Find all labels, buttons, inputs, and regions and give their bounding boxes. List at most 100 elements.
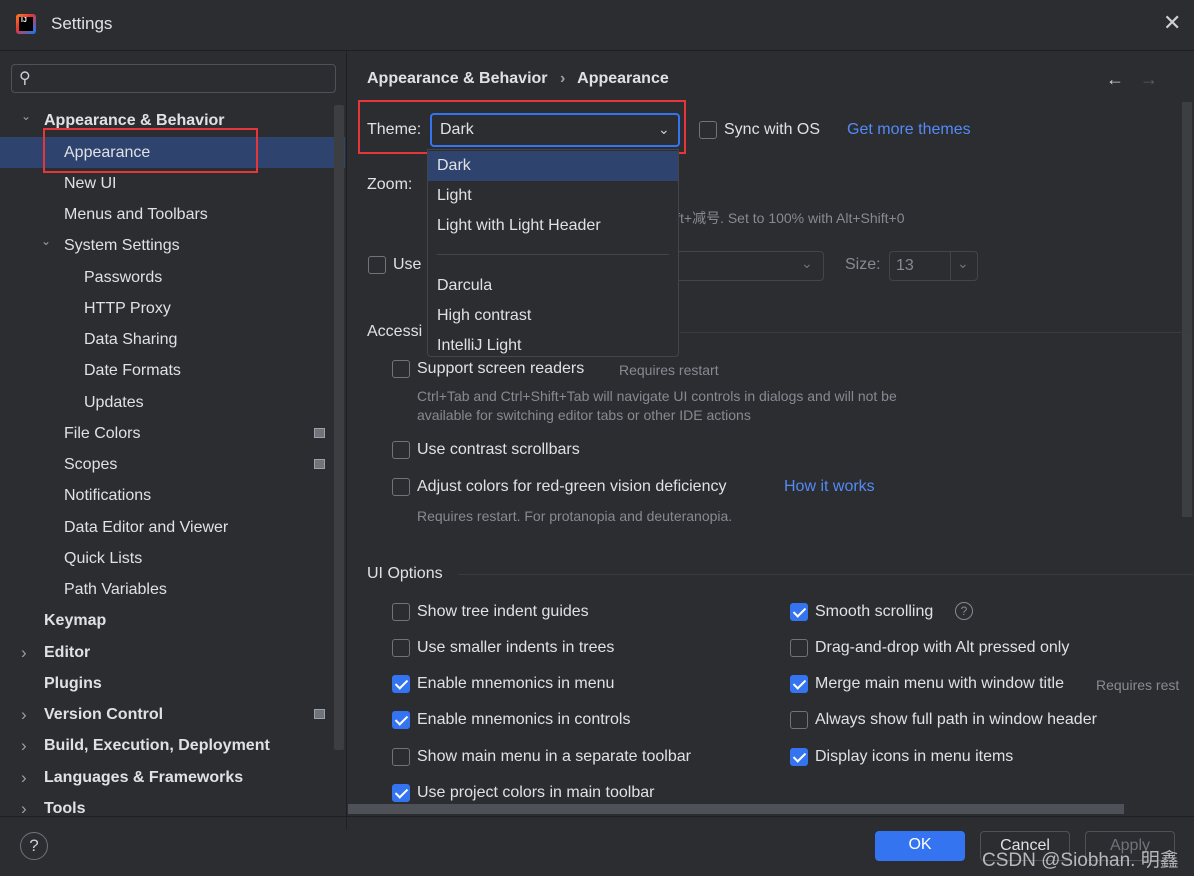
sidebar-item[interactable]: Scopes bbox=[0, 449, 345, 480]
option-checkbox[interactable] bbox=[392, 711, 410, 729]
breadcrumb-separator: › bbox=[559, 70, 566, 87]
chevron-right-icon[interactable]: › bbox=[21, 793, 27, 824]
sidebar-item-label: Quick Lists bbox=[64, 550, 143, 567]
option-checkbox[interactable] bbox=[392, 748, 410, 766]
sidebar-item[interactable]: ⌄ System Settings bbox=[0, 230, 345, 261]
back-arrow-icon[interactable]: ← bbox=[1106, 69, 1124, 90]
chevron-right-icon[interactable]: › bbox=[21, 730, 27, 761]
horizontal-scrollbar[interactable] bbox=[348, 804, 1124, 814]
option-label: Show tree indent guides bbox=[417, 603, 589, 620]
screen-readers-desc-2: available for switching editor tabs or o… bbox=[417, 407, 751, 423]
option-label: Enable mnemonics in menu bbox=[417, 675, 615, 692]
sidebar-item-label: Path Variables bbox=[64, 581, 167, 598]
accessibility-separator bbox=[680, 332, 1190, 333]
sidebar-scrollbar[interactable] bbox=[334, 105, 344, 750]
size-divider bbox=[950, 252, 951, 280]
chevron-right-icon[interactable]: › bbox=[21, 699, 27, 730]
search-input[interactable] bbox=[44, 68, 324, 88]
sidebar-item[interactable]: › Build, Execution, Deployment bbox=[0, 730, 345, 761]
red-green-label: Adjust colors for red-green vision defic… bbox=[417, 478, 727, 495]
forward-arrow-icon[interactable]: → bbox=[1140, 69, 1158, 90]
screen-readers-label: Support screen readers bbox=[417, 360, 585, 377]
sidebar-item[interactable]: › Editor bbox=[0, 637, 345, 668]
chevron-down-icon[interactable]: ⌄ bbox=[21, 101, 31, 132]
how-it-works-link[interactable]: How it works bbox=[784, 477, 875, 497]
accessibility-title: Accessi bbox=[367, 323, 423, 340]
sidebar-item[interactable]: Updates bbox=[0, 387, 345, 418]
theme-option[interactable]: Dark bbox=[428, 151, 678, 181]
zoom-hint: ift+减号. Set to 100% with Alt+Shift+0 bbox=[673, 210, 905, 226]
theme-option[interactable]: Light bbox=[428, 181, 678, 211]
sync-with-os-checkbox[interactable] bbox=[699, 121, 717, 139]
sidebar-item[interactable]: Path Variables bbox=[0, 574, 345, 605]
ui-options-title: UI Options bbox=[367, 565, 443, 582]
project-level-icon bbox=[314, 459, 325, 469]
option-checkbox[interactable] bbox=[392, 603, 410, 621]
option-checkbox[interactable] bbox=[392, 639, 410, 657]
close-icon[interactable]: ✕ bbox=[1163, 10, 1181, 36]
sidebar-item-label: Languages & Frameworks bbox=[44, 769, 244, 786]
option-checkbox[interactable] bbox=[790, 675, 808, 693]
breadcrumb-parent[interactable]: Appearance & Behavior bbox=[367, 70, 548, 87]
size-label: Size: bbox=[845, 256, 881, 273]
size-select[interactable]: 13 ⌄ bbox=[889, 251, 978, 281]
option-checkbox[interactable] bbox=[790, 748, 808, 766]
screen-readers-checkbox[interactable] bbox=[392, 360, 410, 378]
option-checkbox[interactable] bbox=[392, 784, 410, 802]
project-level-icon bbox=[314, 428, 325, 438]
project-level-icon bbox=[314, 709, 325, 719]
option-checkbox[interactable] bbox=[392, 675, 410, 693]
sidebar-item[interactable]: Data Sharing bbox=[0, 324, 345, 355]
theme-option[interactable]: Darcula bbox=[428, 271, 678, 301]
chevron-right-icon[interactable]: › bbox=[21, 637, 27, 668]
get-more-themes-link[interactable]: Get more themes bbox=[847, 120, 971, 140]
help-icon[interactable]: ? bbox=[955, 602, 973, 620]
option-label: Drag-and-drop with Alt pressed only bbox=[815, 639, 1070, 656]
app-icon: IJ bbox=[16, 14, 36, 34]
option-label: Display icons in menu items bbox=[815, 748, 1014, 765]
sidebar-item[interactable]: Passwords bbox=[0, 262, 345, 293]
option-label: Always show full path in window header bbox=[815, 711, 1097, 728]
red-green-desc: Requires restart. For protanopia and deu… bbox=[417, 508, 733, 524]
sidebar-item-label: Tools bbox=[44, 800, 86, 817]
theme-option[interactable]: IntelliJ Light bbox=[428, 331, 678, 356]
sidebar-item[interactable]: File Colors bbox=[0, 418, 345, 449]
option-checkbox[interactable] bbox=[790, 639, 808, 657]
sidebar-item[interactable]: Date Formats bbox=[0, 355, 345, 386]
sidebar-search[interactable]: ⚲ bbox=[11, 64, 336, 93]
theme-option[interactable]: Light with Light Header bbox=[428, 211, 678, 241]
chevron-right-icon[interactable]: › bbox=[21, 762, 27, 793]
sidebar-item[interactable]: Data Editor and Viewer bbox=[0, 512, 345, 543]
chevron-down-icon[interactable]: ⌄ bbox=[41, 226, 51, 257]
search-icon: ⚲ bbox=[19, 70, 31, 87]
sidebar-item-label: Data Sharing bbox=[84, 331, 178, 348]
help-button[interactable]: ? bbox=[20, 832, 48, 860]
ok-button[interactable]: OK bbox=[875, 831, 965, 861]
sidebar-item-label: Version Control bbox=[44, 706, 164, 723]
sidebar-item[interactable]: Keymap bbox=[0, 605, 345, 636]
red-green-checkbox[interactable] bbox=[392, 478, 410, 496]
sidebar-item[interactable]: Notifications bbox=[0, 480, 345, 511]
option-checkbox[interactable] bbox=[790, 603, 808, 621]
use-custom-font-checkbox[interactable] bbox=[368, 256, 386, 274]
sidebar-item[interactable]: Quick Lists bbox=[0, 543, 345, 574]
contrast-scrollbars-checkbox[interactable] bbox=[392, 441, 410, 459]
sidebar-item[interactable]: Plugins bbox=[0, 668, 345, 699]
option-label: Smooth scrolling bbox=[815, 603, 934, 620]
sidebar-item[interactable]: › Languages & Frameworks bbox=[0, 762, 345, 793]
help-icon: ? bbox=[29, 836, 39, 855]
theme-dropdown-list: Dark Light Light with Light Header Darcula H… bbox=[427, 149, 679, 357]
sidebar-item[interactable]: HTTP Proxy bbox=[0, 293, 345, 324]
sidebar-item-label: File Colors bbox=[64, 425, 141, 442]
footer-divider bbox=[0, 816, 1194, 817]
sidebar-item-label: Date Formats bbox=[84, 362, 181, 379]
sidebar-item-label: Notifications bbox=[64, 487, 152, 504]
sidebar-item[interactable]: Menus and Toolbars bbox=[0, 199, 345, 230]
option-checkbox[interactable] bbox=[790, 711, 808, 729]
screen-readers-desc-1: Ctrl+Tab and Ctrl+Shift+Tab will navigat… bbox=[417, 388, 897, 404]
ui-options-separator bbox=[458, 574, 1193, 575]
content-scrollbar[interactable] bbox=[1182, 102, 1192, 517]
sidebar-item[interactable]: › Version Control bbox=[0, 699, 345, 730]
theme-option[interactable]: High contrast bbox=[428, 301, 678, 331]
sidebar-item[interactable]: › Tools bbox=[0, 793, 345, 824]
